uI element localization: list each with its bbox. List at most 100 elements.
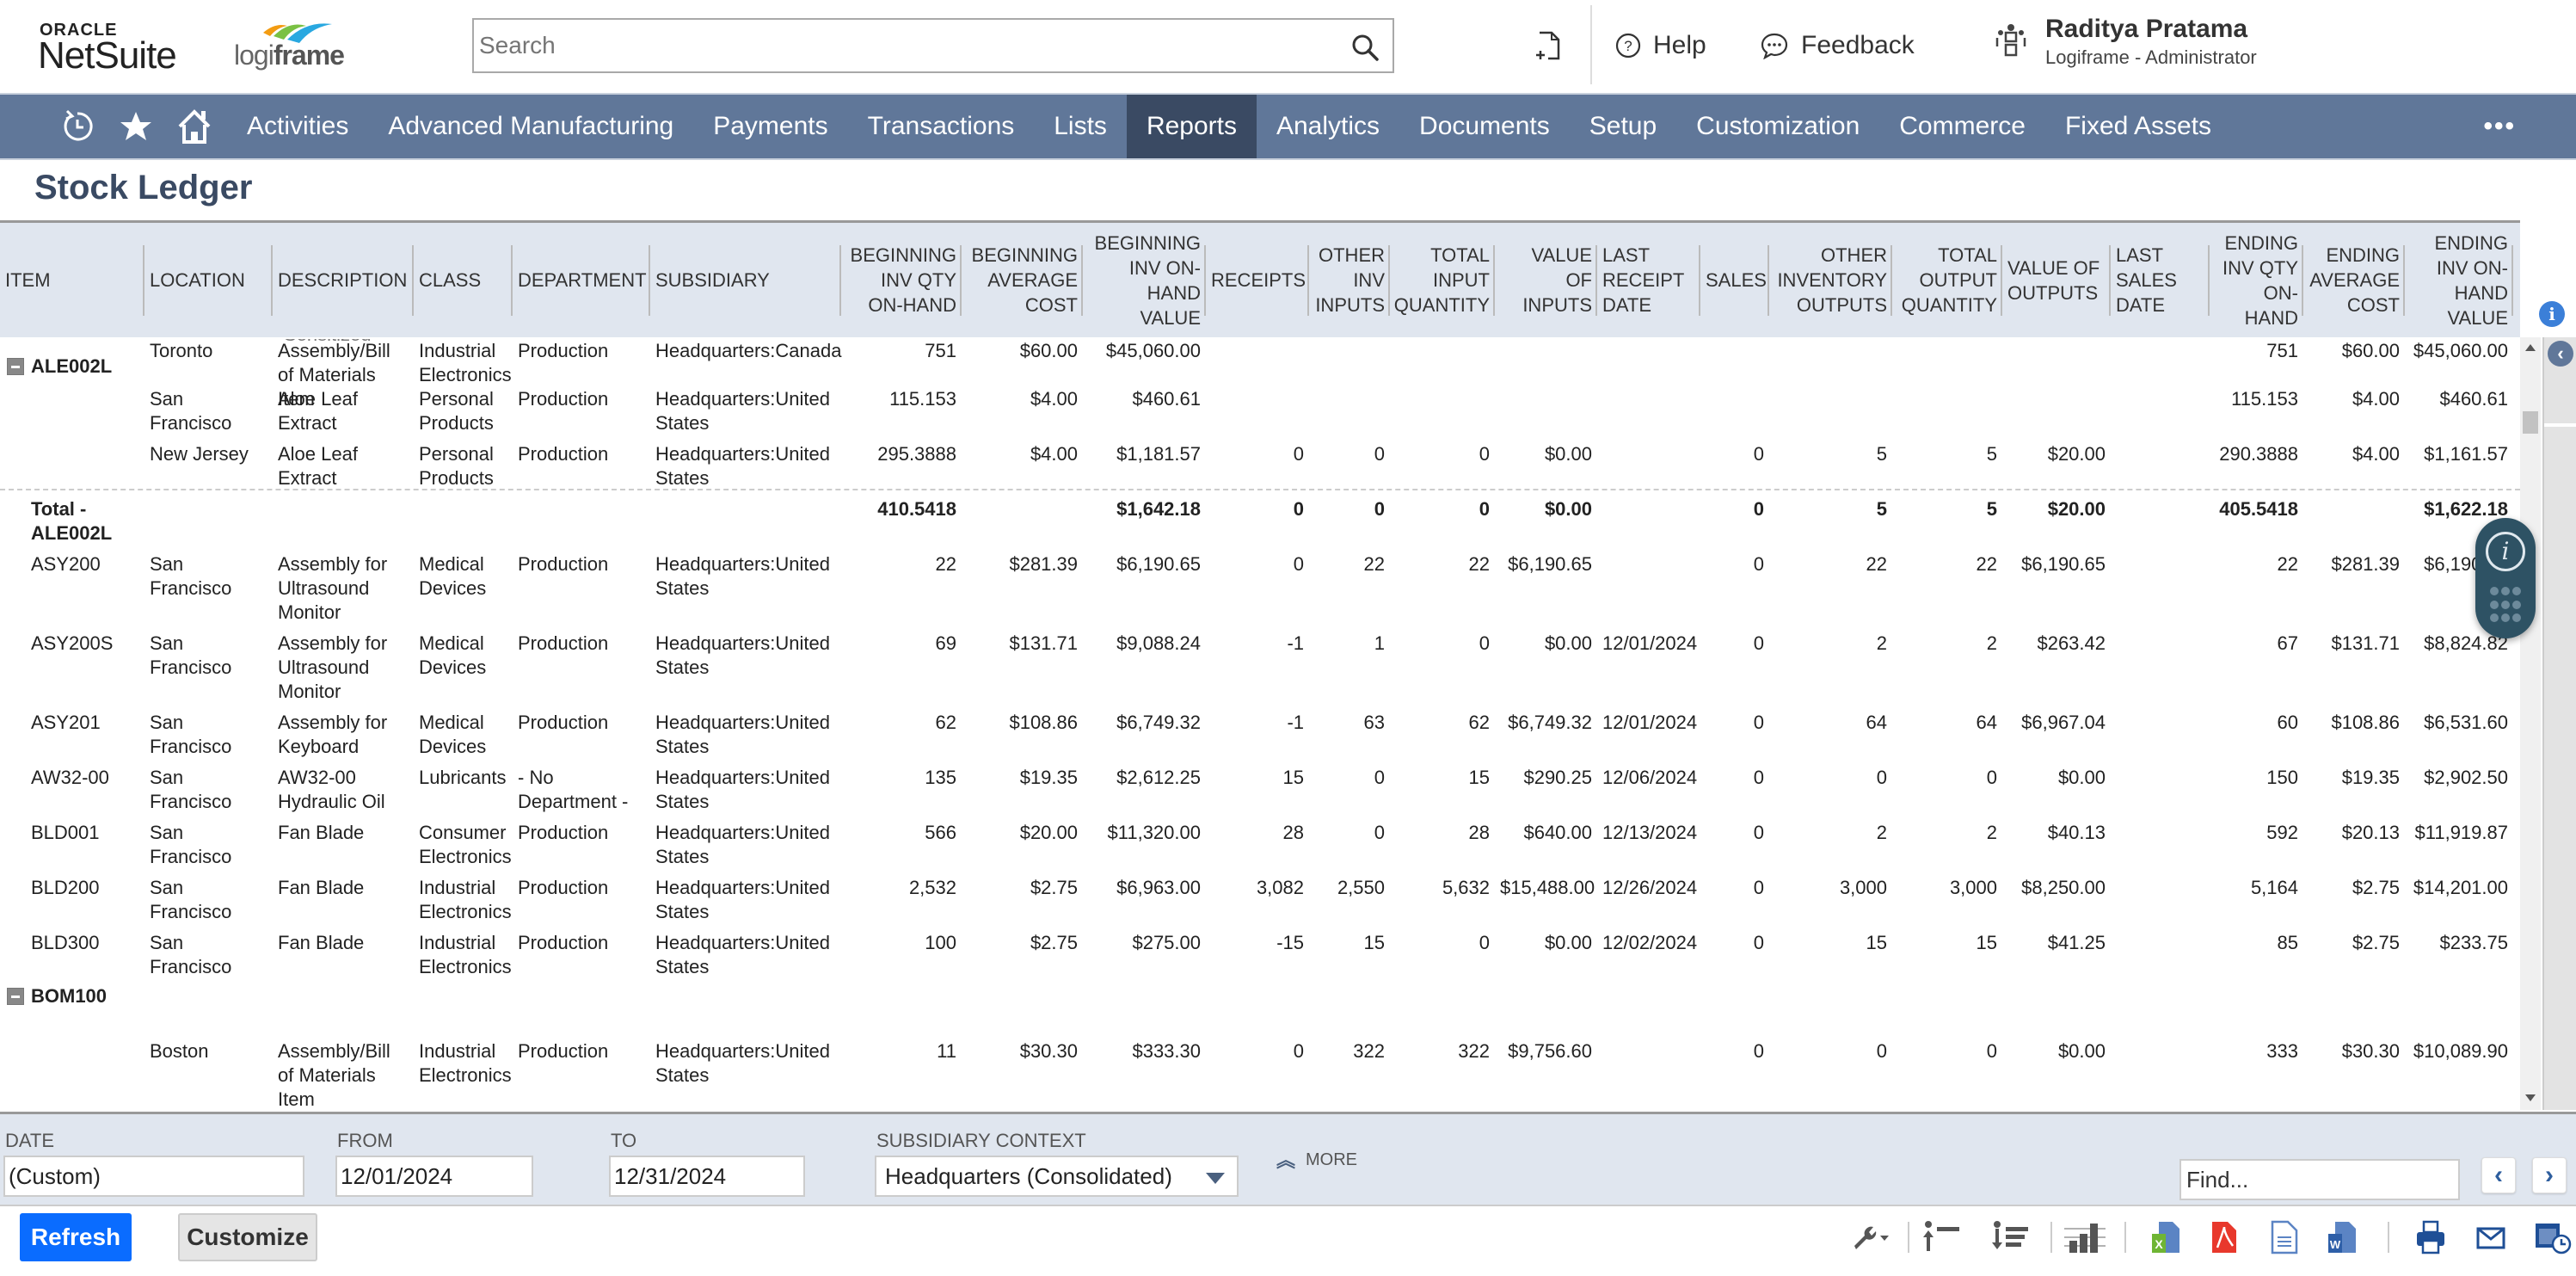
cell-total-out[interactable]: 0: [1892, 766, 2002, 790]
cell-other-in[interactable]: 63: [1309, 711, 1390, 735]
column-header-subsidiary[interactable]: SUBSIDIARY: [650, 223, 841, 337]
cell-total-out[interactable]: 3,000: [1892, 876, 2002, 900]
cell-total-out[interactable]: 15: [1892, 931, 2002, 955]
cell-end-qty[interactable]: 150: [2210, 766, 2303, 790]
cell-end-val[interactable]: $233.75: [2405, 931, 2513, 955]
cell-beg-qty[interactable]: 410.5418: [841, 497, 962, 521]
cell-beg-qty[interactable]: 100: [841, 931, 962, 955]
cell-sales[interactable]: 0: [1700, 821, 1769, 845]
cell-other-out[interactable]: 2: [1769, 821, 1892, 845]
cell-val-out[interactable]: $8,250.00: [2002, 876, 2111, 900]
cell-total-in[interactable]: 22: [1390, 552, 1495, 576]
cell-other-out[interactable]: 0: [1769, 1039, 1892, 1063]
cell-beg-qty[interactable]: 22: [841, 552, 962, 576]
cell-other-in[interactable]: 0: [1309, 821, 1390, 845]
cell-total-out[interactable]: 2: [1892, 821, 2002, 845]
cell-other-out[interactable]: 22: [1769, 552, 1892, 576]
cell-receipts[interactable]: 15: [1206, 766, 1309, 790]
cell-other-in[interactable]: 0: [1309, 442, 1390, 466]
find-next-button[interactable]: ›: [2532, 1157, 2567, 1193]
column-header-val-out[interactable]: VALUE OF OUTPUTS: [2002, 223, 2111, 337]
nav-analytics[interactable]: Analytics: [1257, 95, 1399, 158]
info-icon[interactable]: i: [2486, 532, 2525, 571]
from-date-field[interactable]: 12/01/2024: [335, 1156, 533, 1197]
help-link[interactable]: ? Help: [1615, 28, 1706, 64]
cell-sales[interactable]: 0: [1700, 876, 1769, 900]
cell-total-out[interactable]: 64: [1892, 711, 2002, 735]
collapse-all-icon[interactable]: [1920, 1220, 1963, 1254]
cell-val-in[interactable]: $0.00: [1495, 931, 1597, 955]
cell-end-val[interactable]: $460.61: [2405, 387, 2513, 411]
cell-total-in[interactable]: 62: [1390, 711, 1495, 735]
cell-val-in[interactable]: $6,749.32: [1495, 711, 1597, 735]
export-word-icon[interactable]: W: [2327, 1220, 2358, 1254]
cell-total-out[interactable]: 5: [1892, 442, 2002, 466]
cell-total-in[interactable]: 0: [1390, 632, 1495, 656]
cell-item[interactable]: BLD001: [26, 821, 138, 845]
nav-customization[interactable]: Customization: [1676, 95, 1879, 158]
nav-activities[interactable]: Activities: [227, 95, 368, 158]
cell-end-qty[interactable]: 333: [2210, 1039, 2303, 1063]
collapse-group-icon[interactable]: [7, 358, 24, 375]
cell-other-out[interactable]: 2: [1769, 632, 1892, 656]
find-input[interactable]: Find...: [2179, 1159, 2460, 1200]
home-icon[interactable]: [174, 106, 215, 147]
cell-total-in[interactable]: 322: [1390, 1039, 1495, 1063]
nav-setup[interactable]: Setup: [1570, 95, 1676, 158]
cell-item[interactable]: ASY200S: [26, 632, 138, 656]
email-icon[interactable]: [2475, 1220, 2506, 1254]
cell-item[interactable]: BLD300: [26, 931, 138, 955]
cell-other-in[interactable]: 2,550: [1309, 876, 1390, 900]
scroll-thumb[interactable]: [2523, 411, 2538, 434]
scroll-down-arrow-icon[interactable]: [2525, 1094, 2536, 1101]
cell-beg-qty[interactable]: 295.3888: [841, 442, 962, 466]
column-header-last-receipt[interactable]: LAST RECEIPT DATE: [1597, 223, 1700, 337]
cell-end-qty[interactable]: 22: [2210, 552, 2303, 576]
cell-val-out[interactable]: $41.25: [2002, 931, 2111, 955]
favorites-star-icon[interactable]: [115, 106, 157, 147]
cell-val-out[interactable]: $263.42: [2002, 632, 2111, 656]
cell-end-qty[interactable]: 115.153: [2210, 387, 2303, 411]
expand-panel-chevron-icon[interactable]: ‹: [2548, 341, 2573, 367]
cell-val-out[interactable]: $6,967.04: [2002, 711, 2111, 735]
cell-item[interactable]: BLD200: [26, 876, 138, 900]
cell-total-in[interactable]: 15: [1390, 766, 1495, 790]
cell-val-in[interactable]: $640.00: [1495, 821, 1597, 845]
cell-beg-qty[interactable]: 69: [841, 632, 962, 656]
global-search[interactable]: [472, 18, 1394, 73]
search-icon[interactable]: [1351, 34, 1379, 61]
cell-end-qty[interactable]: 751: [2210, 339, 2303, 363]
export-pdf-icon[interactable]: [2209, 1220, 2240, 1254]
cell-end-qty[interactable]: 85: [2210, 931, 2303, 955]
cell-end-val[interactable]: $1,622.18: [2405, 497, 2513, 521]
create-new-record-icon[interactable]: [1533, 29, 1564, 64]
cell-end-val[interactable]: $45,060.00: [2405, 339, 2513, 363]
expand-all-icon[interactable]: [1989, 1220, 2032, 1254]
cell-end-val[interactable]: $14,201.00: [2405, 876, 2513, 900]
column-header-beg-avg[interactable]: BEGINNING AVERAGE COST: [962, 223, 1083, 337]
cell-val-out[interactable]: $40.13: [2002, 821, 2111, 845]
apps-grid-icon[interactable]: [2490, 587, 2521, 625]
column-header-beg-val[interactable]: BEGINNING INV ON-HAND VALUE: [1083, 223, 1206, 337]
cell-receipts[interactable]: 0: [1206, 552, 1309, 576]
cell-end-val[interactable]: $1,161.57: [2405, 442, 2513, 466]
cell-beg-qty[interactable]: 115.153: [841, 387, 962, 411]
cell-beg-qty[interactable]: 62: [841, 711, 962, 735]
nav-lists[interactable]: Lists: [1034, 95, 1127, 158]
feedback-link[interactable]: Feedback: [1760, 28, 1915, 64]
cell-total-out[interactable]: 2: [1892, 632, 2002, 656]
chart-icon[interactable]: [2061, 1220, 2109, 1254]
cell-val-in[interactable]: $0.00: [1495, 497, 1597, 521]
cell-end-qty[interactable]: 405.5418: [2210, 497, 2303, 521]
cell-other-in[interactable]: 0: [1309, 497, 1390, 521]
cell-sales[interactable]: 0: [1700, 766, 1769, 790]
cell-beg-val[interactable]: $460.61: [1083, 387, 1206, 411]
cell-val-out[interactable]: $6,190.65: [2002, 552, 2111, 576]
page-info-icon[interactable]: i: [2539, 301, 2565, 327]
column-divider[interactable]: [2511, 245, 2513, 316]
cell-end-val[interactable]: $11,919.87: [2405, 821, 2513, 845]
find-previous-button[interactable]: ‹: [2481, 1157, 2516, 1193]
cell-total-out[interactable]: 5: [1892, 497, 2002, 521]
cell-val-in[interactable]: $290.25: [1495, 766, 1597, 790]
subsidiary-context-select[interactable]: Headquarters (Consolidated): [875, 1156, 1239, 1197]
